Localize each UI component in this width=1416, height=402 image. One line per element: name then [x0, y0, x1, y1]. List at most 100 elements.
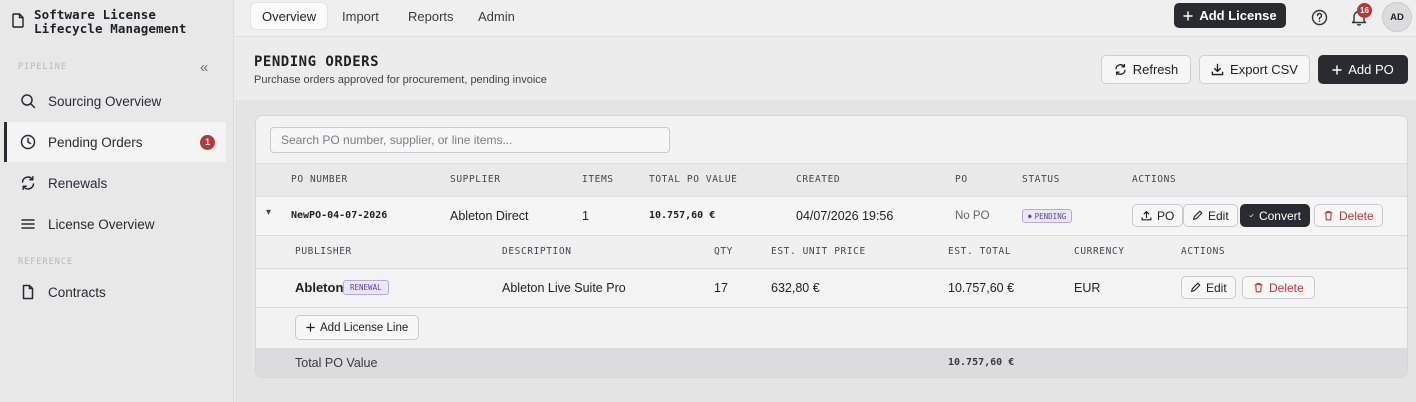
- delete-label: Delete: [1339, 208, 1374, 223]
- line-qty: 17: [714, 281, 728, 295]
- section-label-pipeline: PIPELINE: [18, 62, 67, 72]
- convert-button[interactable]: Convert: [1240, 204, 1310, 227]
- total-po-value: 10.757,60 €: [649, 210, 716, 221]
- items-count: 1: [582, 209, 589, 223]
- header-po-number: PO NUMBER: [291, 174, 348, 185]
- pencil-icon: [1191, 282, 1201, 292]
- pencil-icon: [1193, 210, 1203, 220]
- divider: [256, 307, 1407, 308]
- add-license-line-button[interactable]: Add License Line: [295, 315, 420, 340]
- status-dot-icon: ●: [1028, 212, 1032, 220]
- header-currency: CURRENCY: [1074, 246, 1125, 257]
- header-line-actions: ACTIONS: [1181, 246, 1226, 257]
- sidebar-item-label: Pending Orders: [48, 134, 143, 150]
- delete-line-button[interactable]: Delete: [1242, 276, 1315, 299]
- orders-card: PO NUMBER SUPPLIER ITEMS TOTAL PO VALUE …: [255, 115, 1408, 378]
- sidebar-item-license-overview[interactable]: License Overview: [4, 204, 226, 244]
- total-po-value-row: Total PO Value 10.757,60 €: [256, 348, 1407, 377]
- header-supplier: SUPPLIER: [450, 174, 501, 185]
- sidebar-item-pending-orders[interactable]: Pending Orders 1: [4, 122, 226, 162]
- po-button-label: PO: [1157, 208, 1175, 223]
- line-items-header: PUBLISHER DESCRIPTION QTY EST. UNIT PRIC…: [256, 236, 1407, 268]
- header-publisher: PUBLISHER: [295, 246, 352, 257]
- header-items: ITEMS: [582, 174, 614, 185]
- expand-toggle-icon[interactable]: ▾: [266, 207, 271, 218]
- table-row[interactable]: ▾ NewPO-04-07-2026 Ableton Direct 1 10.7…: [256, 197, 1407, 235]
- edit-po-button[interactable]: Edit: [1183, 204, 1238, 227]
- publisher: Ableton: [295, 280, 344, 295]
- sidebar-item-contracts[interactable]: Contracts: [4, 272, 226, 312]
- sidebar: Software License Lifecycle Management PI…: [0, 0, 234, 402]
- refresh-icon: [21, 176, 35, 190]
- add-po-label: Add PO: [1348, 62, 1394, 77]
- app-title-line1: Software License: [34, 7, 157, 22]
- plus-icon: [1183, 10, 1194, 21]
- search-input[interactable]: [270, 127, 670, 153]
- po-value: No PO: [955, 210, 990, 222]
- delete-po-button[interactable]: Delete: [1314, 204, 1383, 227]
- renewal-tag: RENEWAL: [343, 280, 389, 295]
- refresh-icon: [1115, 63, 1126, 76]
- page-title: PENDING ORDERS: [254, 54, 380, 70]
- tab-admin[interactable]: Admin: [467, 3, 526, 29]
- line-total: 10.757,60 €: [948, 281, 1015, 295]
- help-icon[interactable]: [1306, 4, 1332, 30]
- header-est-total: EST. TOTAL: [948, 246, 1012, 257]
- tab-overview[interactable]: Overview: [251, 3, 328, 29]
- sidebar-item-sourcing-overview[interactable]: Sourcing Overview: [4, 81, 226, 121]
- header-est-unit-price: EST. UNIT PRICE: [771, 246, 866, 257]
- header-qty: QTY: [714, 246, 733, 257]
- plus-icon: [1332, 64, 1342, 75]
- sidebar-item-label: Contracts: [48, 284, 106, 300]
- total-label: Total PO Value: [295, 356, 378, 370]
- sidebar-item-label: License Overview: [48, 216, 155, 232]
- sidebar-item-label: Sourcing Overview: [48, 93, 162, 109]
- check-icon: [1249, 213, 1254, 218]
- convert-label: Convert: [1258, 208, 1301, 223]
- tab-import[interactable]: Import: [331, 3, 390, 29]
- trash-icon: [1324, 211, 1333, 221]
- add-license-button[interactable]: Add License: [1174, 3, 1286, 28]
- header-actions: ACTIONS: [1132, 174, 1177, 185]
- section-label-reference: REFERENCE: [18, 257, 74, 267]
- add-license-line-label: Add License Line: [320, 321, 409, 334]
- app-brand: Software License Lifecycle Management: [12, 8, 187, 36]
- export-csv-label: Export CSV: [1230, 62, 1298, 77]
- page-subtitle: Purchase orders approved for procurement…: [254, 74, 547, 86]
- add-license-label: Add License: [1199, 8, 1277, 23]
- header-created: CREATED: [796, 174, 841, 185]
- upload-icon: [1141, 210, 1152, 221]
- app-title-line2: Lifecycle Management: [34, 21, 187, 36]
- po-upload-button[interactable]: PO: [1132, 204, 1184, 227]
- avatar[interactable]: AD: [1382, 2, 1412, 32]
- refresh-button[interactable]: Refresh: [1101, 55, 1191, 84]
- line-description: Ableton Live Suite Pro: [502, 281, 626, 295]
- document-icon: [22, 284, 34, 300]
- status-badge: ● PENDING: [1022, 209, 1073, 223]
- header-total-po-value: TOTAL PO VALUE: [649, 174, 738, 185]
- total-value: 10.757,60 €: [948, 357, 1015, 368]
- sidebar-item-label: Renewals: [48, 175, 108, 191]
- trash-icon: [1254, 283, 1263, 293]
- edit-label: Edit: [1206, 280, 1227, 295]
- header-po: PO: [955, 174, 968, 185]
- supplier: Ableton Direct: [450, 209, 529, 223]
- line-unit-price: 632,80 €: [771, 281, 820, 295]
- edit-label: Edit: [1208, 208, 1229, 223]
- collapse-sidebar-icon[interactable]: «: [200, 60, 208, 76]
- document-icon: [12, 13, 24, 28]
- header-description: DESCRIPTION: [502, 246, 572, 257]
- refresh-label: Refresh: [1132, 62, 1179, 77]
- add-po-button[interactable]: Add PO: [1318, 55, 1408, 84]
- search-icon: [21, 94, 36, 109]
- export-csv-button[interactable]: Export CSV: [1199, 55, 1310, 84]
- line-item-row[interactable]: Ableton RENEWAL Ableton Live Suite Pro 1…: [256, 269, 1407, 307]
- edit-line-button[interactable]: Edit: [1181, 276, 1236, 299]
- line-currency: EUR: [1074, 281, 1101, 295]
- tab-reports[interactable]: Reports: [397, 3, 465, 29]
- pending-count-badge: 1: [200, 134, 215, 150]
- delete-label: Delete: [1269, 280, 1304, 295]
- list-icon: [21, 219, 35, 229]
- sidebar-item-renewals[interactable]: Renewals: [4, 163, 226, 203]
- created-date: 04/07/2026 19:56: [796, 209, 894, 223]
